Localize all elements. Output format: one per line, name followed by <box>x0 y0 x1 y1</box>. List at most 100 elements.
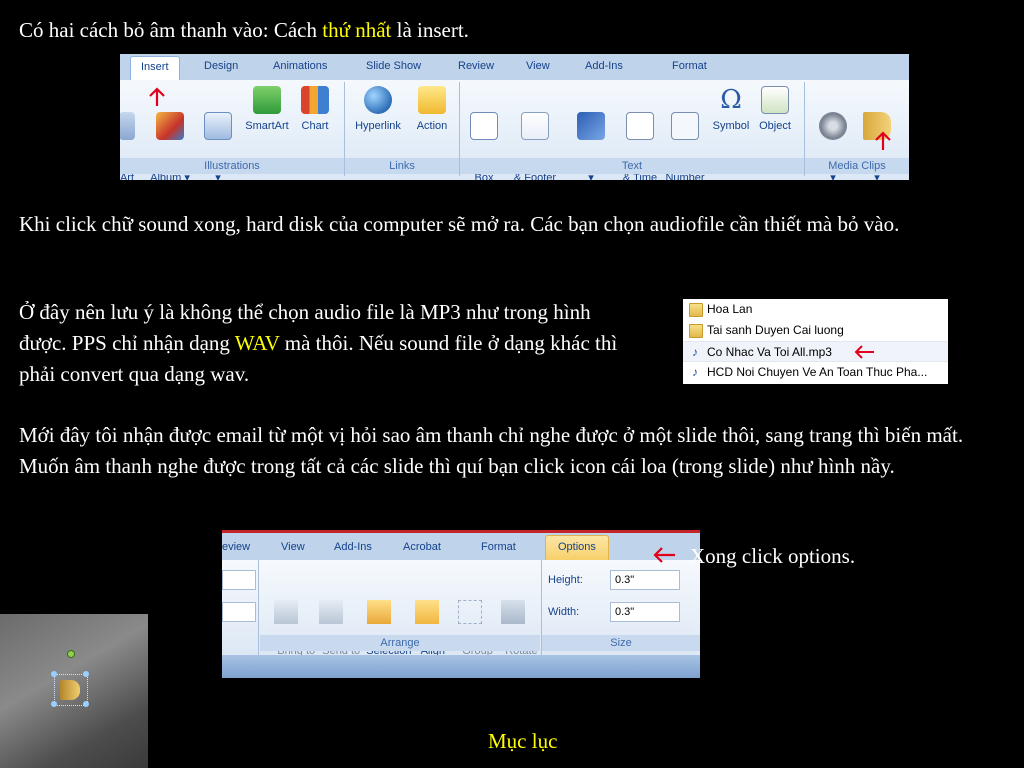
height-input[interactable]: 0.3" <box>610 570 680 590</box>
intro-highlight: thứ nhất <box>322 18 392 42</box>
tab-view[interactable]: View <box>281 541 305 553</box>
object-label: Object <box>759 120 791 132</box>
resize-handle[interactable] <box>83 671 89 677</box>
tab-slide-show[interactable]: Slide Show <box>366 60 421 72</box>
action-star-icon <box>418 86 446 114</box>
tab-view[interactable]: View <box>526 60 550 72</box>
file-list-item[interactable]: Hoa Lan <box>683 299 948 320</box>
resize-handle[interactable] <box>51 701 57 707</box>
tab-animations[interactable]: Animations <box>273 60 327 72</box>
omega-icon: Ω <box>720 85 742 115</box>
partial-spinner[interactable] <box>222 602 256 622</box>
tab-design[interactable]: Design <box>204 60 238 72</box>
paragraph-sound-instructions: Khi click chữ sound xong, hard disk của … <box>19 212 900 236</box>
slide-number-icon <box>671 112 699 140</box>
tab-format[interactable]: Format <box>481 541 516 553</box>
table-of-contents-link[interactable]: Mục lục <box>488 726 557 757</box>
ribbon-tab-bar: eview View Add-Ins Acrobat Format Option… <box>222 530 700 561</box>
tab-add-ins[interactable]: Add-Ins <box>334 541 372 553</box>
rotate-handle-icon[interactable] <box>67 650 75 658</box>
options-ribbon-screenshot: eview View Add-Ins Acrobat Format Option… <box>222 530 700 678</box>
smartart-icon <box>253 86 281 114</box>
resize-handle[interactable] <box>51 671 57 677</box>
annotation-arrow-left-icon <box>653 547 675 563</box>
group-media-clips: Movie ▾ Sound ▾ Media Clips <box>805 82 909 180</box>
ribbon-bottom-strip <box>222 655 700 678</box>
symbol-label: Symbol <box>712 120 750 132</box>
music-note-icon: ♪ <box>692 345 698 359</box>
annotation-arrow-up-icon <box>875 131 891 150</box>
file-name: Co Nhac Va Toi All.mp3 <box>707 345 832 359</box>
group-label-media-clips: Media Clips <box>805 158 909 174</box>
tab-insert[interactable]: Insert <box>130 56 180 82</box>
hyperlink-label: Hyperlink <box>355 120 401 132</box>
folder-icon <box>689 303 703 317</box>
file-name: Hoa Lan <box>707 302 753 316</box>
action-button[interactable]: Action <box>409 82 455 133</box>
object-icon <box>761 86 789 114</box>
tab-format[interactable]: Format <box>672 60 707 72</box>
file-list-item[interactable]: ♪ HCD Noi Chuyen Ve An Toan Thuc Pha... <box>683 362 948 383</box>
annotation-arrow-up-icon <box>149 87 165 106</box>
group-links: Hyperlink Action Links <box>345 82 460 176</box>
folder-icon <box>689 324 703 338</box>
tab-options[interactable]: Options <box>545 535 609 561</box>
action-label: Action <box>416 120 448 132</box>
align-icon <box>415 600 439 624</box>
tab-review[interactable]: eview <box>222 541 250 553</box>
group-text: Text Box Header & Footer WordArt ▾ Date … <box>460 82 805 180</box>
width-label: Width: <box>548 606 580 618</box>
height-label: Height: <box>548 574 583 586</box>
smartart-label: SmartArt <box>245 120 289 132</box>
header-footer-icon <box>521 112 549 140</box>
ribbon-tab-bar: Insert Design Animations Slide Show Revi… <box>120 54 909 82</box>
file-name: HCD Noi Chuyen Ve An Toan Thuc Pha... <box>707 365 928 379</box>
text-box-icon <box>470 112 498 140</box>
speaker-icon[interactable] <box>60 680 80 700</box>
calendar-icon <box>626 112 654 140</box>
width-input[interactable]: 0.3" <box>610 602 680 622</box>
divider <box>258 560 259 655</box>
film-reel-icon <box>819 112 847 140</box>
selection-pane-icon <box>367 600 391 624</box>
chart-icon <box>301 86 329 114</box>
send-back-icon <box>319 600 343 624</box>
file-list-item[interactable]: Tai sanh Duyen Cai luong <box>683 320 948 341</box>
tab-add-ins[interactable]: Add-Ins <box>585 60 623 72</box>
rotate-icon <box>501 600 525 624</box>
paragraph-wav-note: Ở đây nên lưu ý là không thể chọn audio … <box>19 297 619 390</box>
intro-before: Có hai cách bỏ âm thanh vào: Cách <box>19 18 323 42</box>
chart-label: Chart <box>301 120 329 132</box>
chart-button[interactable]: Chart <box>295 82 335 133</box>
tab-acrobat[interactable]: Acrobat <box>403 541 441 553</box>
music-note-icon: ♪ <box>692 365 698 379</box>
clip-art-icon <box>120 112 135 140</box>
wordart-icon <box>577 112 605 140</box>
hyperlink-button[interactable]: Hyperlink <box>349 82 407 133</box>
symbol-button[interactable]: Ω Symbol <box>710 82 752 133</box>
smartart-button[interactable]: SmartArt <box>241 82 293 133</box>
globe-icon <box>364 86 392 114</box>
resize-handle[interactable] <box>83 701 89 707</box>
options-note: Xong click options. <box>690 544 856 568</box>
bring-front-icon <box>274 600 298 624</box>
group-label-arrange: Arrange <box>260 635 540 651</box>
group-label-links: Links <box>345 158 459 174</box>
intro-text: Có hai cách bỏ âm thanh vào: Cách thứ nh… <box>19 15 469 46</box>
group-label-illustrations: Illustrations <box>120 158 344 174</box>
group-icon <box>458 600 482 624</box>
insert-ribbon-screenshot: Insert Design Animations Slide Show Revi… <box>120 54 909 180</box>
group-label-text: Text <box>460 158 804 174</box>
intro-after: là insert. <box>391 18 469 42</box>
object-button[interactable]: Object <box>754 82 796 133</box>
slide-thumbnail <box>0 614 148 768</box>
photo-album-icon <box>156 112 184 140</box>
annotation-arrow-left-icon <box>854 345 874 359</box>
partial-dropdown[interactable] <box>222 570 256 590</box>
paragraph-all-slides: Mới đây tôi nhận được email từ một vị hỏ… <box>19 423 964 478</box>
tab-review[interactable]: Review <box>458 60 494 72</box>
file-name: Tai sanh Duyen Cai luong <box>707 323 844 337</box>
file-list-item[interactable]: ♪ Co Nhac Va Toi All.mp3 <box>683 341 948 362</box>
shapes-icon <box>204 112 232 140</box>
file-list-screenshot: Hoa Lan Tai sanh Duyen Cai luong ♪ Co Nh… <box>683 299 948 384</box>
